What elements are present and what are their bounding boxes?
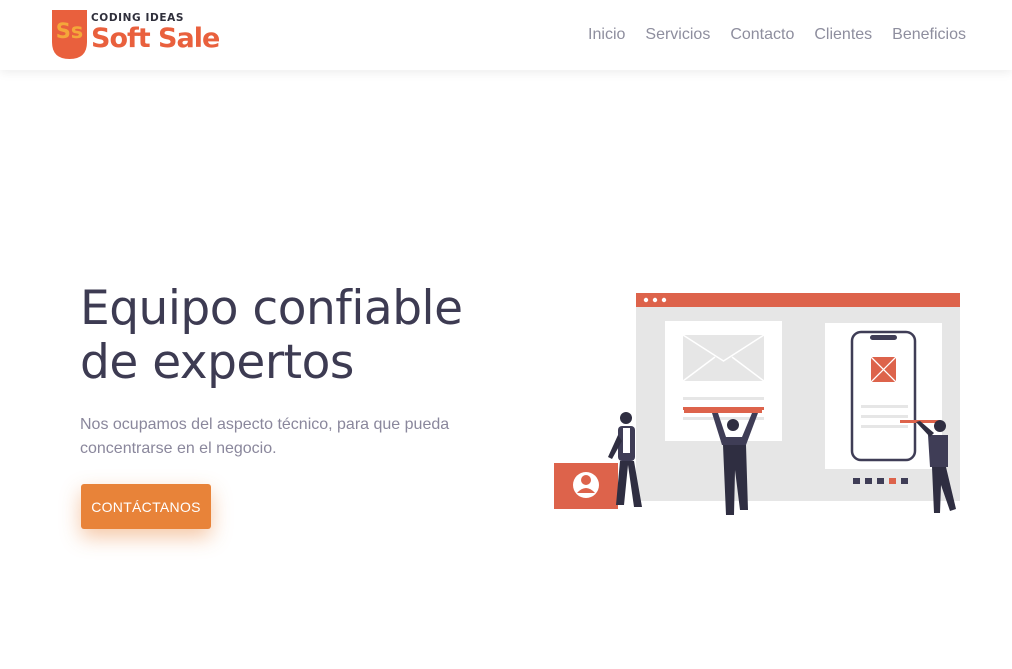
contact-button[interactable]: CONTÁCTANOS <box>81 484 211 529</box>
hero-title: Equipo confiable de expertos <box>80 281 463 390</box>
mail-envelope-icon <box>682 334 765 382</box>
navbar: Ss CODING IDEAS Soft Sale Inicio Servici… <box>0 0 1012 70</box>
nav-link-servicios[interactable]: Servicios <box>645 26 710 44</box>
logo[interactable]: Ss CODING IDEAS Soft Sale <box>52 10 220 59</box>
nav-link-beneficios[interactable]: Beneficios <box>892 26 966 44</box>
smartphone-icon <box>850 330 917 462</box>
logo-text: CODING IDEAS Soft Sale <box>91 10 220 54</box>
logo-mark-icon: Ss <box>52 10 87 59</box>
nav-link-inicio[interactable]: Inicio <box>588 26 625 44</box>
hero-subtitle: Nos ocupamos del aspecto técnico, para q… <box>80 416 450 457</box>
nav-link-clientes[interactable]: Clientes <box>814 26 872 44</box>
logo-mark-text: Ss <box>56 19 84 43</box>
hero-illustration <box>554 293 960 515</box>
nav-menu: Inicio Servicios Contacto Clientes Benef… <box>568 0 966 70</box>
logo-name: Soft Sale <box>91 23 220 54</box>
user-profile-icon <box>554 463 618 509</box>
nav-link-contacto[interactable]: Contacto <box>730 26 794 44</box>
